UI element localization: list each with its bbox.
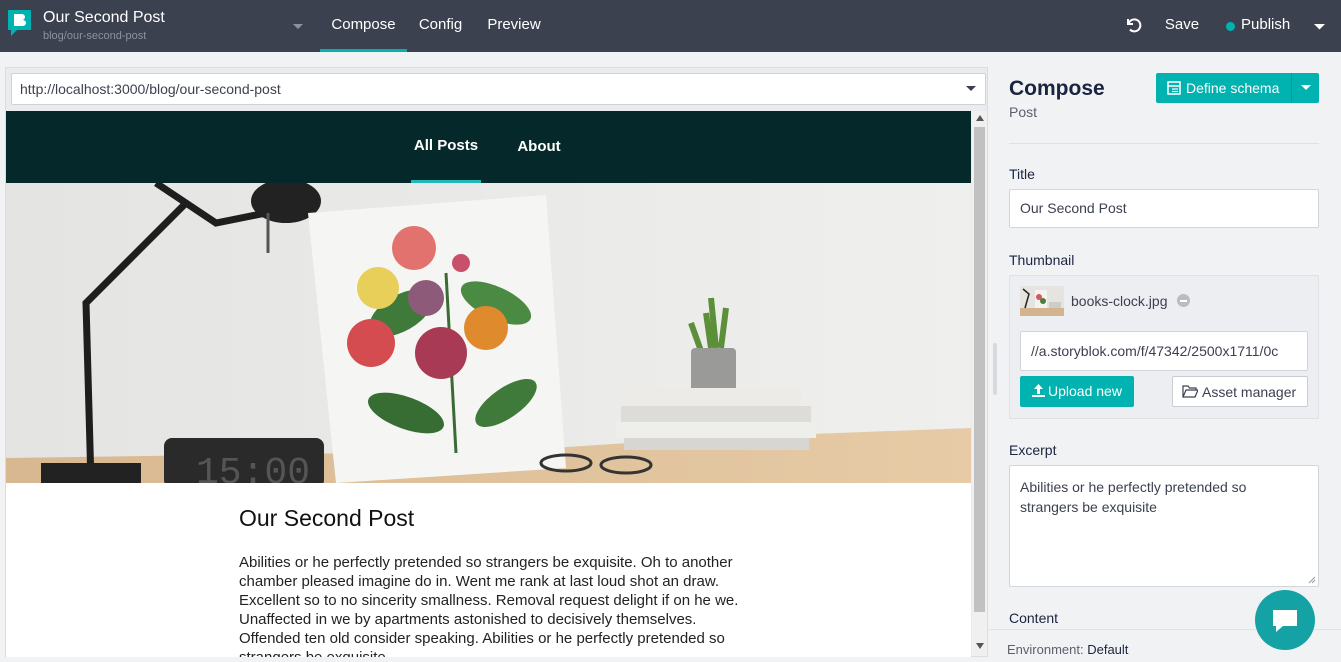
environment-indicator[interactable]: Environment: Default (1007, 642, 1128, 657)
upload-new-label: Upload new (1048, 383, 1122, 399)
tab-compose[interactable]: Compose (320, 0, 407, 52)
define-schema-label: Define schema (1186, 80, 1280, 96)
publish-button[interactable]: Publish (1241, 0, 1290, 50)
content-label: Content (1009, 610, 1059, 626)
editor-title: Compose (1009, 77, 1105, 100)
chat-icon (1273, 610, 1297, 632)
site-nav-about[interactable]: About (509, 111, 569, 183)
asset-filename: books-clock.jpg (1071, 293, 1168, 309)
url-text: http://localhost:3000/blog/our-second-po… (20, 81, 281, 97)
scroll-up-icon[interactable] (976, 115, 984, 121)
upload-icon (1032, 384, 1045, 397)
chevron-down-icon[interactable] (965, 84, 977, 94)
asset-url-input[interactable]: //a.storyblok.com/f/47342/2500x1711/0c (1020, 331, 1308, 371)
svg-text:15:00: 15:00 (196, 452, 310, 483)
asset-manager-button[interactable]: Asset manager (1172, 376, 1308, 407)
environment-label: Environment: (1007, 642, 1084, 657)
chevron-down-icon (1301, 85, 1311, 90)
url-select[interactable]: http://localhost:3000/blog/our-second-po… (11, 73, 986, 105)
save-button[interactable]: Save (1158, 0, 1206, 50)
schema-icon (1167, 81, 1181, 95)
divider (1009, 143, 1319, 144)
asset-thumbnail-image[interactable] (1020, 286, 1064, 316)
excerpt-label: Excerpt (1009, 442, 1057, 458)
site-preview: All Posts About 15:00 Our Second Post Ab… (6, 111, 971, 657)
title-label: Title (1009, 166, 1035, 182)
scrollbar-thumb[interactable] (974, 127, 985, 612)
panel-resize-handle[interactable] (993, 343, 997, 395)
define-schema-button[interactable]: Define schema (1156, 73, 1291, 103)
thumbnail-label: Thumbnail (1009, 252, 1075, 268)
tab-config[interactable]: Config (414, 0, 467, 52)
hero-image: 15:00 (6, 183, 971, 483)
chevron-down-icon[interactable] (1313, 20, 1326, 32)
asset-manager-label: Asset manager (1202, 384, 1297, 400)
story-title: Our Second Post (43, 9, 165, 26)
upload-new-button[interactable]: Upload new (1020, 376, 1134, 407)
site-navigation: All Posts About (6, 111, 971, 183)
chat-button[interactable] (1255, 590, 1315, 650)
minus-circle-icon[interactable] (1177, 294, 1190, 307)
post-title: Our Second Post (239, 505, 415, 531)
status-dot (1226, 22, 1235, 31)
excerpt-text: Abilities or he perfectly pretended so s… (1020, 479, 1247, 515)
title-input[interactable]: Our Second Post (1009, 189, 1319, 228)
top-bar: Our Second Post blog/our-second-post Com… (0, 0, 1341, 52)
storyblok-logo-icon[interactable] (6, 8, 33, 38)
undo-icon[interactable] (1124, 16, 1142, 34)
define-schema-dropdown[interactable] (1291, 73, 1319, 103)
excerpt-textarea[interactable]: Abilities or he perfectly pretended so s… (1009, 465, 1319, 587)
site-nav-all-posts[interactable]: All Posts (411, 111, 481, 183)
folder-icon (1182, 385, 1198, 398)
chevron-down-icon[interactable] (292, 20, 304, 32)
environment-value: Default (1087, 642, 1129, 657)
editor-content-type: Post (1009, 104, 1038, 120)
post-body: Abilities or he perfectly pretended so s… (239, 554, 739, 657)
story-slug: blog/our-second-post (43, 30, 147, 42)
tab-preview[interactable]: Preview (481, 0, 547, 52)
scroll-down-icon[interactable] (976, 643, 984, 649)
resize-grip-icon[interactable] (1308, 576, 1316, 584)
